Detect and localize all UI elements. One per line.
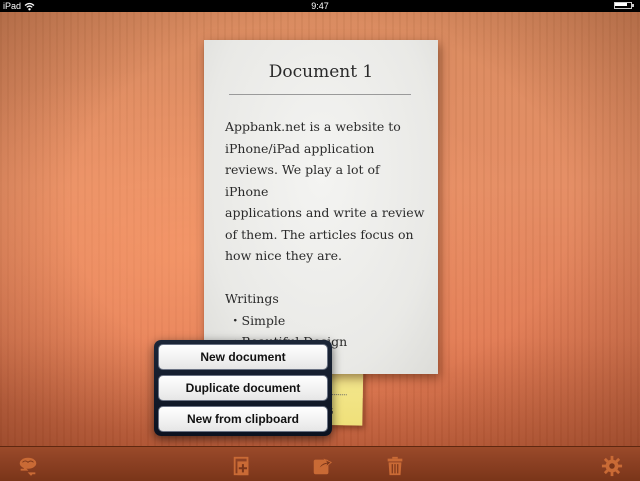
export-icon[interactable] (311, 455, 333, 477)
trash-icon[interactable] (384, 455, 406, 477)
document-paragraph-line: applications and write a review (225, 205, 425, 220)
document-paragraph-line: reviews. We play a lot of iPhone (225, 162, 380, 199)
bottom-toolbar (0, 446, 640, 481)
add-document-icon[interactable] (231, 455, 253, 477)
new-document-popover: New document Duplicate document New from… (154, 340, 332, 436)
document-paragraph-line: Appbank.net is a website to (225, 119, 401, 134)
document-title: Document 1 (268, 62, 374, 82)
status-bar: iPad 9:47 (0, 0, 640, 12)
document-paragraph-line: of them. The articles focus on (225, 226, 414, 242)
duplicate-document-button[interactable]: Duplicate document (158, 375, 328, 401)
gear-icon[interactable] (601, 455, 623, 477)
document-title-divider (229, 94, 411, 95)
document-card[interactable]: Document 1 Appbank.net is a website to i… (204, 40, 438, 374)
document-list-heading: Writings (225, 291, 279, 306)
battery-icon (614, 2, 636, 10)
document-body: Appbank.net is a website to iPhone/iPad … (225, 116, 425, 353)
document-paragraph-line: iPhone/iPad application (225, 140, 375, 156)
document-list-item: ・Simple (229, 312, 286, 328)
new-document-button[interactable]: New document (158, 344, 328, 370)
document-paragraph-line: how nice they are. (225, 248, 342, 263)
brain-sync-icon[interactable] (17, 455, 39, 477)
status-time: 9:47 (311, 1, 329, 11)
new-from-clipboard-button[interactable]: New from clipboard (158, 406, 328, 432)
